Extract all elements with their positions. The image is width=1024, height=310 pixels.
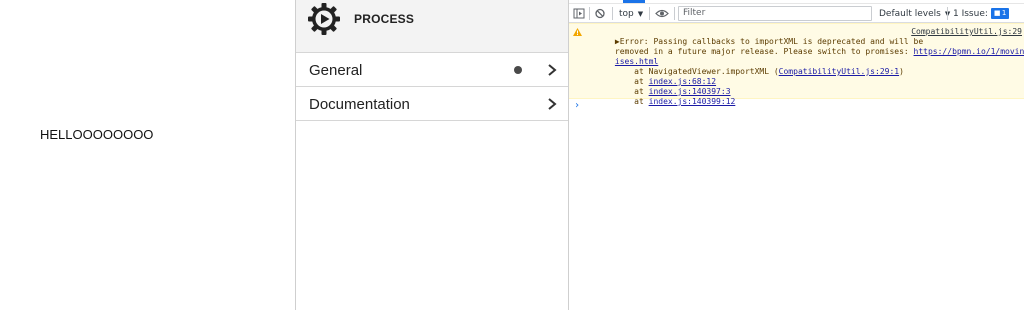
warning-icon (573, 28, 582, 36)
filter-input[interactable]: Filter (678, 6, 872, 21)
diagram-canvas[interactable]: HELLOOOOOOOO (0, 0, 295, 310)
sidebar-toggle-icon[interactable] (573, 4, 585, 23)
devtools-console: top ▼ Filter Default levels ▼ 1 Issue: ■… (569, 0, 1024, 310)
stack-link[interactable]: CompatibilityUtil.js:29:1 (779, 67, 899, 76)
process-play-gear-icon (308, 3, 340, 35)
group-label: Documentation (309, 96, 410, 113)
eye-icon[interactable] (655, 4, 669, 23)
console-prompt[interactable]: › (574, 100, 580, 111)
issue-message-icon: ■ 1 (990, 8, 1010, 19)
properties-panel: PROCESS General Documentation (295, 0, 569, 310)
group-general[interactable]: General (296, 53, 568, 87)
stack-link[interactable]: index.js:140399:12 (649, 97, 736, 106)
log-levels-dropdown[interactable]: Default levels ▼ (879, 4, 950, 23)
stack-text: at (614, 97, 649, 106)
issues-button[interactable]: 1 Issue: ■ 1 (953, 4, 1010, 23)
message-source-link[interactable]: CompatibilityUtil.js:29 (911, 27, 1022, 36)
dropdown-arrow-icon: ▼ (637, 9, 644, 18)
panel-title: PROCESS (354, 12, 415, 26)
stack-frame: at index.js:140399:12 (586, 87, 735, 117)
chevron-right-icon (548, 64, 557, 76)
chevron-right-icon (548, 98, 557, 110)
context-selector[interactable]: top ▼ (619, 4, 643, 23)
docs-link[interactable]: https://bpmn.io/1/moving-to-prom (914, 47, 1024, 56)
console-toolbar: top ▼ Filter Default levels ▼ 1 Issue: ■… (569, 4, 1024, 23)
context-label: top (619, 8, 634, 19)
active-tab-indicator (623, 0, 645, 3)
message-text: removed in a future major release. Pleas… (614, 47, 914, 56)
data-indicator-dot (514, 66, 522, 74)
stack-text: ) (899, 67, 904, 76)
group-label: General (309, 62, 363, 79)
panel-header: PROCESS (296, 0, 568, 53)
group-documentation[interactable]: Documentation (296, 87, 568, 121)
log-levels-label: Default levels (879, 8, 941, 19)
canvas-text: HELLOOOOOOOO (40, 127, 154, 142)
issues-label: 1 Issue: (953, 8, 988, 19)
issues-count: 1 (1001, 9, 1007, 17)
clear-console-icon[interactable] (594, 4, 606, 23)
console-warning-message: CompatibilityUtil.js:29 ▶Error: Passing … (569, 23, 1024, 106)
